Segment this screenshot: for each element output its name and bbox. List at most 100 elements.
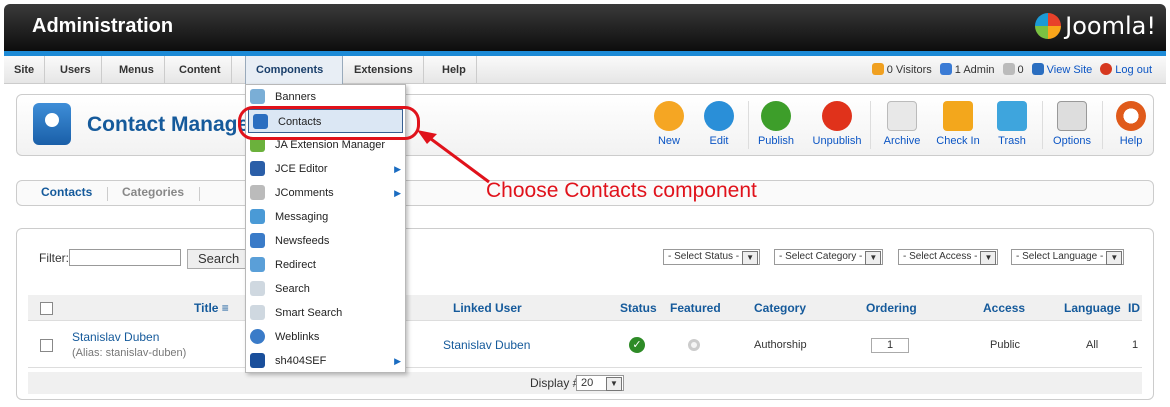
smart-search-icon bbox=[250, 305, 265, 320]
logo-text: Joomla! bbox=[1065, 12, 1156, 40]
menu-item-messaging[interactable]: Messaging bbox=[246, 205, 405, 229]
plus-icon bbox=[654, 101, 684, 131]
check-icon bbox=[761, 101, 791, 131]
options-icon bbox=[1057, 101, 1087, 131]
publish-button[interactable]: Publish bbox=[751, 101, 801, 147]
select-access[interactable]: - Select Access - bbox=[898, 249, 999, 265]
options-button[interactable]: Options bbox=[1047, 101, 1097, 147]
column-language[interactable]: Language bbox=[1064, 301, 1121, 315]
menu-content[interactable]: Content bbox=[169, 56, 232, 84]
column-title[interactable]: Title ≡ bbox=[194, 301, 229, 315]
visitors-status: 0 Visitors bbox=[871, 56, 932, 84]
unpublish-button[interactable]: Unpublish bbox=[809, 101, 865, 147]
filter-label: Filter: bbox=[39, 251, 69, 265]
contact-alias: (Alias: stanislav-duben) bbox=[72, 347, 187, 359]
display-count-select[interactable]: 20 bbox=[576, 375, 624, 391]
filter-input[interactable] bbox=[69, 249, 181, 266]
comments-icon bbox=[250, 185, 265, 200]
menu-components[interactable]: Components bbox=[245, 56, 343, 84]
toolbar-divider bbox=[870, 101, 871, 149]
page-title: Contact Manage bbox=[87, 113, 250, 136]
contacts-page-icon bbox=[33, 103, 71, 145]
published-icon[interactable]: ✓ bbox=[629, 337, 645, 353]
select-all-checkbox[interactable] bbox=[40, 302, 53, 315]
page-toolbar: Contact Manage New Edit Publish Unpublis… bbox=[16, 94, 1154, 156]
menu-item-search[interactable]: Search bbox=[246, 277, 405, 301]
menu-item-jce-editor[interactable]: JCE Editor ▶ bbox=[246, 157, 405, 181]
column-id[interactable]: ID bbox=[1128, 301, 1140, 315]
checkin-icon bbox=[943, 101, 973, 131]
admin-status: 1 Admin bbox=[939, 56, 995, 84]
menu-item-jcomments[interactable]: JComments ▶ bbox=[246, 181, 405, 205]
editor-icon bbox=[250, 161, 265, 176]
select-language[interactable]: - Select Language - bbox=[1011, 249, 1125, 265]
menu-users[interactable]: Users bbox=[50, 56, 102, 84]
status-bar: 0 Visitors 1 Admin 0 View Site Log out bbox=[871, 56, 1152, 84]
contact-language: All bbox=[1086, 339, 1099, 351]
toolbar-divider bbox=[1102, 101, 1103, 149]
lifebuoy-icon bbox=[1116, 101, 1146, 131]
menu-item-weblinks[interactable]: Weblinks bbox=[246, 325, 405, 349]
contact-title-link[interactable]: Stanislav Duben bbox=[72, 330, 159, 344]
trash-button[interactable]: Trash bbox=[987, 101, 1037, 147]
rss-icon bbox=[250, 233, 265, 248]
column-category[interactable]: Category bbox=[754, 301, 806, 315]
edit-button[interactable]: Edit bbox=[694, 101, 744, 147]
help-button[interactable]: Help bbox=[1106, 101, 1156, 147]
weblinks-icon bbox=[250, 329, 265, 344]
messaging-icon bbox=[250, 209, 265, 224]
not-featured-icon[interactable] bbox=[688, 339, 700, 351]
messages-status[interactable]: 0 bbox=[1002, 56, 1024, 84]
select-category[interactable]: - Select Category - bbox=[774, 249, 884, 265]
column-linked-user[interactable]: Linked User bbox=[453, 301, 522, 315]
archive-button[interactable]: Archive bbox=[877, 101, 927, 147]
menu-item-redirect[interactable]: Redirect bbox=[246, 253, 405, 277]
toolbar-divider bbox=[1042, 101, 1043, 149]
pencil-icon bbox=[704, 101, 734, 131]
new-button[interactable]: New bbox=[644, 101, 694, 147]
column-access[interactable]: Access bbox=[983, 301, 1025, 315]
tab-divider bbox=[107, 187, 108, 201]
mail-icon bbox=[1002, 63, 1015, 75]
toolbar-divider bbox=[748, 101, 749, 149]
archive-icon bbox=[887, 101, 917, 131]
highlight-ring bbox=[238, 106, 420, 140]
linked-user-link[interactable]: Stanislav Duben bbox=[443, 338, 530, 352]
logout-link[interactable]: Log out bbox=[1100, 56, 1152, 84]
select-status[interactable]: - Select Status - bbox=[663, 249, 761, 265]
visitors-icon bbox=[871, 63, 884, 75]
main-menubar: Site Users Menus Content Components Exte… bbox=[4, 56, 1166, 84]
table-header: Title ≡ Linked User Status Featured Cate… bbox=[28, 295, 1142, 321]
contact-id: 1 bbox=[1132, 339, 1139, 351]
table-row: Stanislav Duben (Alias: stanislav-duben)… bbox=[28, 322, 1142, 368]
tab-contacts[interactable]: Contacts bbox=[41, 185, 92, 199]
column-featured[interactable]: Featured bbox=[670, 301, 721, 315]
menu-extensions[interactable]: Extensions bbox=[344, 56, 424, 84]
admin-header: Administration Joomla! bbox=[4, 4, 1166, 51]
column-ordering[interactable]: Ordering bbox=[866, 301, 917, 315]
menu-item-smart-search[interactable]: Smart Search bbox=[246, 301, 405, 325]
joomla-logo-icon bbox=[1035, 13, 1062, 39]
ordering-input[interactable]: 1 bbox=[871, 338, 909, 353]
row-checkbox[interactable] bbox=[40, 339, 53, 352]
unpublish-icon bbox=[822, 101, 852, 131]
annotation-arrow bbox=[417, 130, 490, 184]
search-button[interactable]: Search bbox=[187, 249, 249, 269]
view-site-link[interactable]: View Site bbox=[1031, 56, 1092, 84]
banner-icon bbox=[250, 89, 265, 104]
trash-icon bbox=[997, 101, 1027, 131]
header-title: Administration bbox=[32, 15, 174, 37]
submenu-arrow-icon: ▶ bbox=[394, 356, 401, 366]
menu-menus[interactable]: Menus bbox=[109, 56, 165, 84]
menu-item-newsfeeds[interactable]: Newsfeeds bbox=[246, 229, 405, 253]
menu-item-sh404sef[interactable]: sh404SEF ▶ bbox=[246, 349, 405, 373]
column-status[interactable]: Status bbox=[620, 301, 657, 315]
submenu-arrow-icon: ▶ bbox=[394, 164, 401, 174]
search-icon bbox=[250, 281, 265, 296]
pagination-footer: Display # 20 bbox=[28, 372, 1142, 394]
menu-help[interactable]: Help bbox=[432, 56, 477, 84]
menu-site[interactable]: Site bbox=[4, 56, 46, 84]
tab-categories[interactable]: Categories bbox=[122, 185, 184, 199]
monitor-icon bbox=[1031, 63, 1044, 75]
checkin-button[interactable]: Check In bbox=[933, 101, 983, 147]
